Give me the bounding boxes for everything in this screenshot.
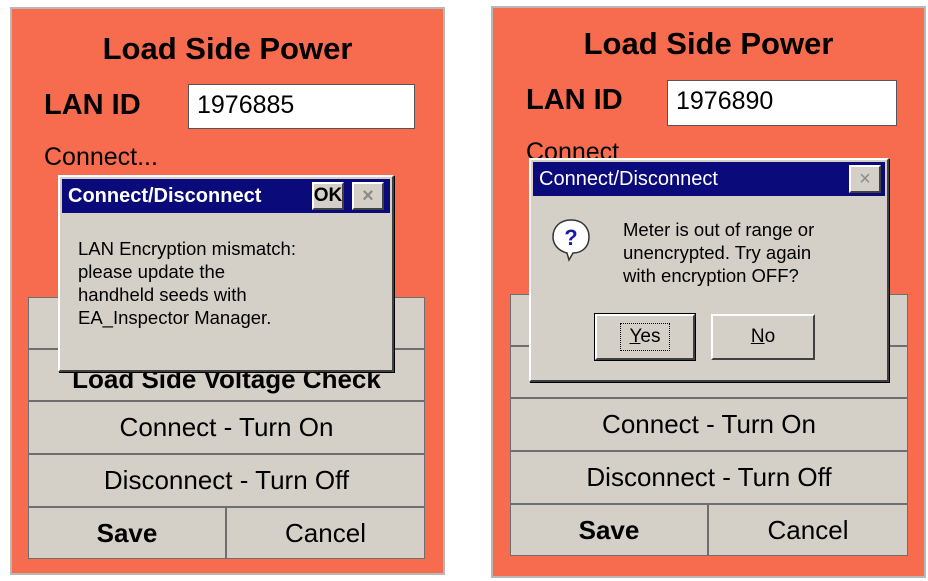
disconnect-turn-off-button[interactable]: Disconnect - Turn Off bbox=[28, 454, 425, 507]
lan-id-label: LAN ID bbox=[44, 89, 141, 121]
page-title: Load Side Power bbox=[583, 26, 834, 61]
message-line: unencrypted. Try again bbox=[623, 242, 812, 263]
close-icon[interactable]: × bbox=[352, 182, 384, 210]
message-line: with encryption OFF? bbox=[623, 265, 799, 286]
connect-turn-on-button[interactable]: Connect - Turn On bbox=[28, 401, 425, 454]
svg-text:?: ? bbox=[564, 225, 577, 250]
lan-id-label: LAN ID bbox=[526, 84, 623, 116]
left-screen: Load Side Power LAN ID 1976885 Connect..… bbox=[10, 7, 445, 575]
status-text: Connect... bbox=[44, 143, 158, 171]
close-icon[interactable]: × bbox=[849, 165, 881, 193]
message-line: Meter is out of range or bbox=[623, 219, 815, 240]
message-line: handheld seeds with bbox=[78, 284, 247, 305]
dialog-title: Connect/Disconnect bbox=[539, 167, 718, 190]
disconnect-turn-off-button[interactable]: Disconnect - Turn Off bbox=[510, 451, 908, 504]
yes-label: Yes bbox=[620, 323, 670, 351]
right-screen: Load Side Power LAN ID 1976890 Connect C… bbox=[491, 6, 926, 578]
cancel-button[interactable]: Cancel bbox=[226, 507, 425, 559]
dialog-title: Connect/Disconnect bbox=[68, 184, 262, 207]
lan-id-field[interactable]: 1976890 bbox=[667, 80, 897, 126]
message-line: EA_Inspector Manager. bbox=[78, 307, 272, 328]
save-button[interactable]: Save bbox=[28, 507, 226, 559]
connect-disconnect-dialog: Connect/Disconnect OK × LAN Encryption m… bbox=[58, 175, 394, 372]
message-line: LAN Encryption mismatch: bbox=[78, 238, 296, 259]
dialog-message: LAN Encryption mismatch: please update t… bbox=[78, 237, 296, 329]
save-button[interactable]: Save bbox=[510, 504, 708, 556]
connect-turn-on-button[interactable]: Connect - Turn On bbox=[510, 398, 908, 451]
message-line: please update the bbox=[78, 261, 226, 282]
lan-id-field[interactable]: 1976885 bbox=[188, 84, 415, 129]
dialog-titlebar: Connect/Disconnect OK × bbox=[62, 179, 390, 213]
dialog-message: Meter is out of range or unencrypted. Tr… bbox=[623, 218, 814, 287]
no-label: No bbox=[750, 326, 776, 347]
connect-disconnect-dialog: Connect/Disconnect × ? Meter is out of r… bbox=[529, 158, 889, 382]
yes-button[interactable]: Yes bbox=[594, 313, 696, 361]
no-button[interactable]: No bbox=[711, 314, 815, 360]
dialog-titlebar: Connect/Disconnect × bbox=[533, 162, 885, 196]
page-title: Load Side Power bbox=[102, 31, 353, 66]
cancel-button[interactable]: Cancel bbox=[708, 504, 908, 556]
ok-button[interactable]: OK bbox=[312, 182, 344, 210]
question-icon: ? bbox=[552, 219, 590, 262]
